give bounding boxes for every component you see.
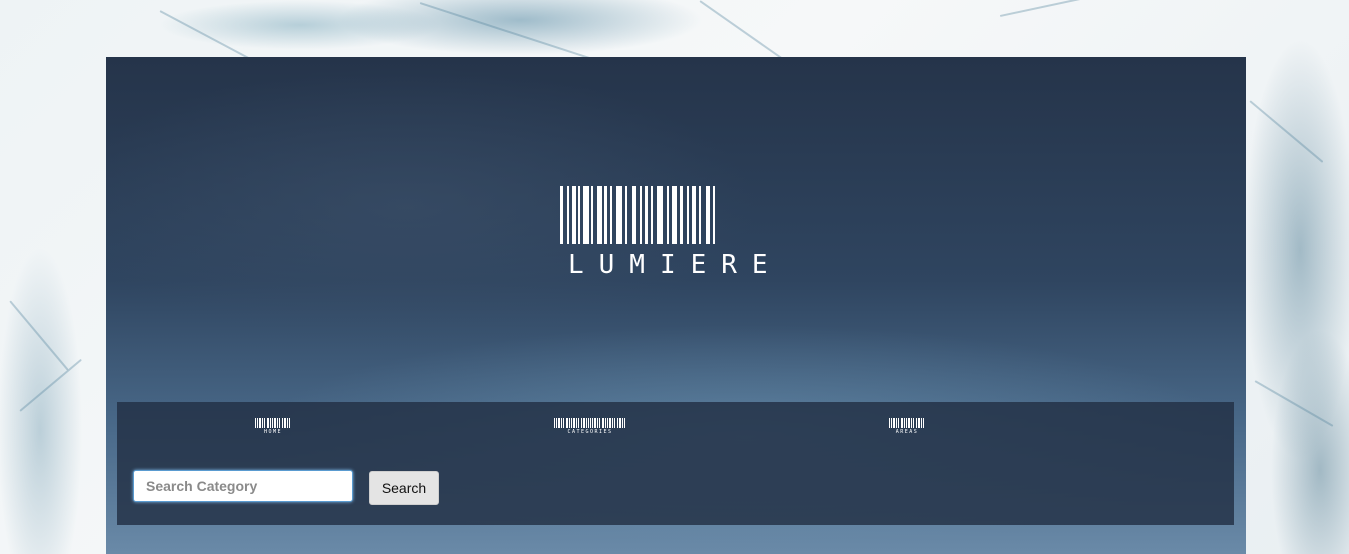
nav-panel: HOME CATEGORIES AREAS Search <box>117 402 1234 525</box>
nav-item-categories[interactable]: CATEGORIES <box>554 418 626 435</box>
marble-vein <box>9 300 69 371</box>
brand-logo[interactable]: LUMIERE <box>560 186 782 278</box>
marble-vein <box>1254 380 1334 427</box>
barcode-icon <box>889 418 925 428</box>
nav-item-areas[interactable]: AREAS <box>889 418 925 435</box>
nav-item-label: AREAS <box>895 429 919 435</box>
search-input[interactable] <box>133 470 353 502</box>
barcode-icon <box>554 418 626 428</box>
nav-item-label: HOME <box>263 429 283 435</box>
nav-item-home[interactable]: HOME <box>255 418 291 435</box>
hero-banner: LUMIERE HOME CATEGORIES AREAS Search <box>106 57 1246 554</box>
nav-item-label: CATEGORIES <box>567 429 613 435</box>
brand-name: LUMIERE <box>568 250 783 280</box>
marble-vein <box>419 2 592 60</box>
barcode-icon <box>255 418 291 428</box>
search-button[interactable]: Search <box>369 471 439 505</box>
marble-vein <box>999 0 1147 17</box>
marble-vein <box>1249 100 1324 163</box>
marble-vein <box>19 358 82 412</box>
barcode-logo-icon <box>560 186 782 244</box>
